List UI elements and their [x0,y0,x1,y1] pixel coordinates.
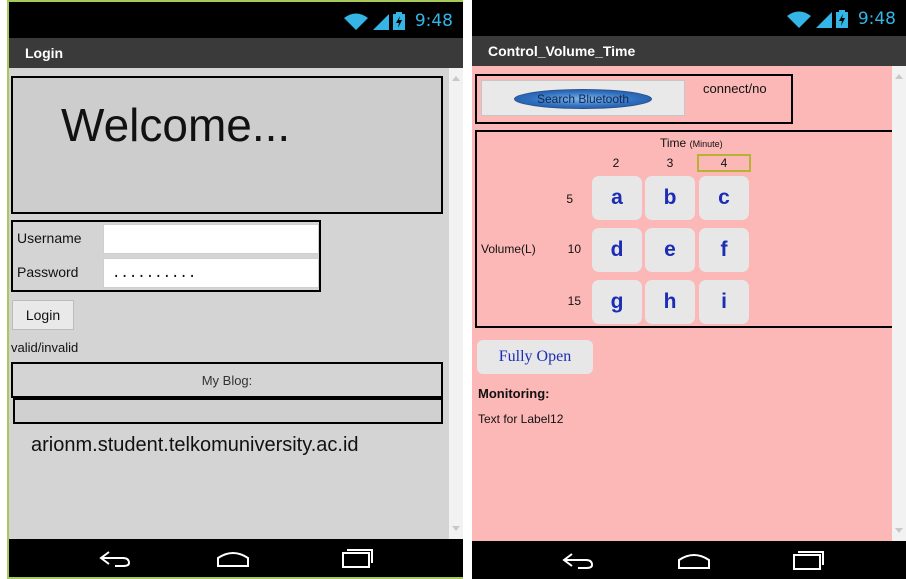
username-label: Username [17,230,82,246]
password-label: Password [17,264,79,280]
fully-open-button[interactable]: Fully Open [477,340,593,374]
status-bar: 9:48 [472,0,906,36]
home-icon[interactable] [676,550,712,570]
status-icons: 9:48 [786,9,896,29]
login-button[interactable]: Login [12,300,74,330]
login-status-text: valid/invalid [11,340,79,355]
scroll-down-icon[interactable] [452,526,460,531]
signal-icon [815,12,832,28]
time-label: Time (Minute) [660,136,723,150]
row-label-15: 15 [567,294,581,308]
button-h[interactable]: h [645,280,695,324]
button-d[interactable]: d [592,228,642,272]
connection-status: connect/no [703,81,767,96]
row-label-5: 5 [566,192,573,206]
welcome-panel: Welcome... [11,76,443,214]
monitoring-label: Monitoring: [478,386,550,401]
welcome-heading: Welcome... [61,99,291,151]
navigation-bar [9,539,463,577]
recent-apps-icon[interactable] [790,550,826,570]
password-field[interactable]: .......... [103,258,319,288]
column-header-4-selected[interactable]: 4 [697,154,751,172]
bluetooth-panel: Search Bluetooth connect/no [475,74,793,124]
button-i[interactable]: i [699,280,749,324]
login-phone: 9:48 Login Welcome... Username Password … [7,0,463,579]
time-label-text: Time [660,136,687,150]
credentials-panel: Username Password .......... [11,220,321,292]
time-unit: (Minute) [689,139,723,149]
label12-text: Text for Label12 [478,412,564,426]
search-bluetooth-button[interactable]: Search Bluetooth [481,80,685,116]
column-header-3: 3 [666,156,674,170]
blog-url[interactable]: arionm.student.telkomuniversity.ac.id [31,434,359,457]
control-screen: Search Bluetooth connect/no Time (Minute… [472,66,906,541]
app-title-bar: Login [9,38,463,68]
status-bar: 9:48 [9,2,463,38]
control-phone: 9:48 Control_Volume_Time Search Bluetoot… [472,0,906,579]
scroll-up-icon[interactable] [452,76,460,81]
navigation-bar [472,541,906,579]
login-screen: Welcome... Username Password .......... … [9,68,463,539]
page-title: Login [25,45,64,61]
blog-field[interactable] [13,398,443,424]
volume-time-grid: Time (Minute) 2 3 4 Volume(L) 5 10 15 a … [475,130,893,328]
page-title: Control_Volume_Time [488,43,636,59]
volume-label: Volume(L) [481,242,536,256]
scroll-up-icon[interactable] [895,74,903,79]
row-label-10: 10 [567,242,581,256]
column-header-2: 2 [612,156,620,170]
scroll-down-icon[interactable] [895,528,903,533]
button-c[interactable]: c [699,176,749,220]
button-g[interactable]: g [592,280,642,324]
button-a[interactable]: a [592,176,642,220]
battery-icon [835,10,848,28]
wifi-icon [343,13,368,30]
scrollbar[interactable] [892,66,906,541]
battery-icon [392,12,405,30]
button-e[interactable]: e [645,228,695,272]
back-icon[interactable] [97,548,133,568]
button-f[interactable]: f [699,228,749,272]
scrollbar[interactable] [449,68,463,539]
back-icon[interactable] [560,550,596,570]
button-b[interactable]: b [645,176,695,220]
blog-label: My Blog: [201,373,253,388]
search-bluetooth-label: Search Bluetooth [514,89,652,109]
signal-icon [372,14,389,30]
wifi-icon [786,11,811,28]
home-icon[interactable] [215,548,251,568]
status-icons: 9:48 [343,11,453,31]
app-title-bar: Control_Volume_Time [472,36,906,66]
status-time: 9:48 [857,9,896,29]
username-field[interactable] [103,224,319,254]
recent-apps-icon[interactable] [339,548,375,568]
status-time: 9:48 [414,11,453,31]
blog-panel: My Blog: [11,362,443,398]
